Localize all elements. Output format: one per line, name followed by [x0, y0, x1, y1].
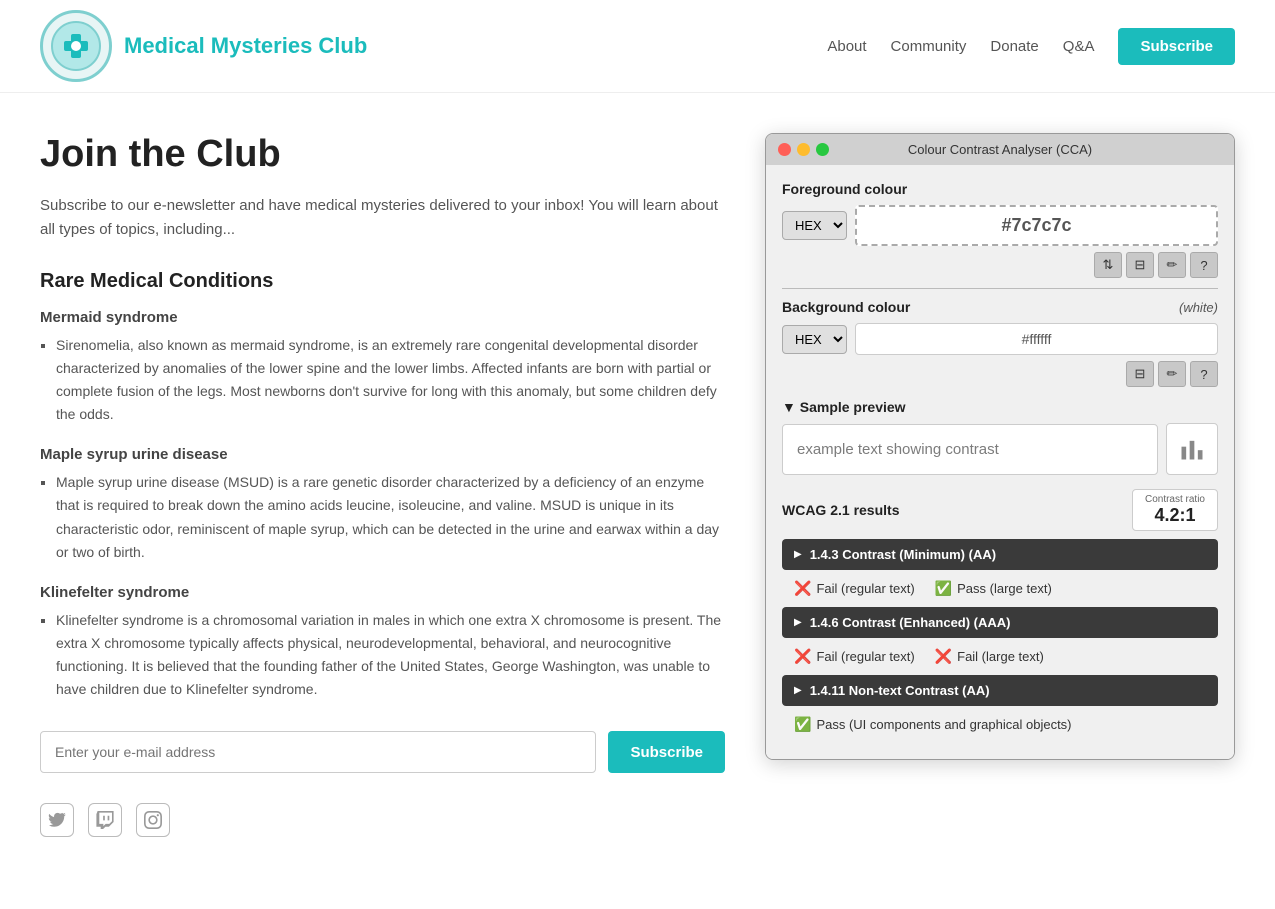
instagram-icon[interactable]	[136, 803, 170, 837]
pass-icon-143-1: ✅	[935, 580, 952, 597]
condition-title-0: Mermaid syndrome	[40, 309, 725, 326]
brand: Medical Mysteries Club	[40, 10, 367, 82]
result-row-146[interactable]: ▶ 1.4.6 Contrast (Enhanced) (AAA)	[782, 607, 1218, 638]
result-sub-1411: ✅ Pass (UI components and graphical obje…	[782, 710, 1218, 739]
condition-klinefelter: Klinefelter syndrome Klinefelter syndrom…	[40, 584, 725, 701]
eyedropper-bg-icon[interactable]: ✏	[1158, 361, 1186, 387]
eyedropper-fg-icon[interactable]: ✏	[1158, 252, 1186, 278]
cca-titlebar: Colour Contrast Analyser (CCA)	[766, 134, 1234, 165]
fail-icon-146-1: ❌	[935, 648, 952, 665]
logo	[40, 10, 112, 82]
nav-subscribe-button[interactable]: Subscribe	[1118, 28, 1235, 65]
sample-text: example text showing contrast	[782, 424, 1158, 475]
condition-text-0: Sirenomelia, also known as mermaid syndr…	[56, 334, 725, 426]
nav-community[interactable]: Community	[891, 38, 967, 55]
help-fg-icon[interactable]: ?	[1190, 252, 1218, 278]
subscribe-form: Subscribe	[40, 731, 725, 773]
help-bg-icon[interactable]: ?	[1190, 361, 1218, 387]
background-hint: (white)	[1179, 300, 1218, 315]
maximize-dot[interactable]	[816, 143, 829, 156]
sub-text-1411-0: Pass (UI components and graphical object…	[816, 717, 1071, 732]
result-label-143: 1.4.3 Contrast (Minimum) (AA)	[810, 547, 996, 562]
contrast-ratio-value: 4.2:1	[1145, 505, 1205, 526]
result-row-1411[interactable]: ▶ 1.4.11 Non-text Contrast (AA)	[782, 675, 1218, 706]
cca-window: Colour Contrast Analyser (CCA) Foregroun…	[765, 133, 1235, 760]
sample-preview: example text showing contrast	[782, 423, 1218, 475]
sub-text-143-1: Pass (large text)	[957, 581, 1052, 596]
contrast-ratio-label: Contrast ratio	[1145, 494, 1205, 505]
pass-icon-1411-0: ✅	[794, 716, 811, 733]
sliders-icon[interactable]: ⊟	[1126, 252, 1154, 278]
result-sub-143: ❌ Fail (regular text) ✅ Pass (large text…	[782, 574, 1218, 603]
social-icons	[40, 803, 725, 837]
background-format-select[interactable]: HEX	[782, 325, 847, 354]
foreground-hex-input[interactable]	[855, 205, 1218, 246]
condition-title-1: Maple syrup urine disease	[40, 446, 725, 463]
condition-text-1: Maple syrup urine disease (MSUD) is a ra…	[56, 471, 725, 563]
wcag-header: WCAG 2.1 results Contrast ratio 4.2:1	[782, 489, 1218, 531]
background-hex-input[interactable]	[855, 323, 1218, 355]
background-label: Background colour	[782, 299, 910, 315]
triangle-icon-146: ▶	[794, 617, 802, 628]
sub-text-143-0: Fail (regular text)	[816, 581, 914, 596]
page-title: Join the Club	[40, 133, 725, 176]
site-title: Medical Mysteries Club	[124, 33, 367, 59]
foreground-format-select[interactable]: HEX	[782, 211, 847, 240]
foreground-row: HEX	[782, 205, 1218, 246]
email-input[interactable]	[40, 731, 596, 773]
intro-text: Subscribe to our e-newsletter and have m…	[40, 194, 725, 242]
navbar: Medical Mysteries Club About Community D…	[0, 0, 1275, 93]
close-dot[interactable]	[778, 143, 791, 156]
condition-msud: Maple syrup urine disease Maple syrup ur…	[40, 446, 725, 563]
content-area: Join the Club Subscribe to our e-newslet…	[40, 133, 725, 837]
foreground-icons: ⇅ ⊟ ✏ ?	[782, 252, 1218, 278]
result-label-146: 1.4.6 Contrast (Enhanced) (AAA)	[810, 615, 1011, 630]
sub-item-146-1: ❌ Fail (large text)	[935, 648, 1044, 665]
result-row-143[interactable]: ▶ 1.4.3 Contrast (Minimum) (AA)	[782, 539, 1218, 570]
contrast-ratio-box: Contrast ratio 4.2:1	[1132, 489, 1218, 531]
main-layout: Join the Club Subscribe to our e-newslet…	[0, 93, 1275, 837]
condition-text-2: Klinefelter syndrome is a chromosomal va…	[56, 609, 725, 701]
foreground-label: Foreground colour	[782, 181, 1218, 197]
cca-body: Foreground colour HEX ⇅ ⊟ ✏ ?	[766, 165, 1234, 759]
fail-icon-143-0: ❌	[794, 580, 811, 597]
fail-icon-146-0: ❌	[794, 648, 811, 665]
twitter-icon[interactable]	[40, 803, 74, 837]
sub-item-1411-0: ✅ Pass (UI components and graphical obje…	[794, 716, 1072, 733]
nav-donate[interactable]: Donate	[990, 38, 1038, 55]
background-section: Background colour (white) HEX ⊟ ✏ ?	[782, 299, 1218, 387]
sub-item-143-0: ❌ Fail (regular text)	[794, 580, 915, 597]
nav-qa[interactable]: Q&A	[1063, 38, 1095, 55]
section-title: Rare Medical Conditions	[40, 270, 725, 293]
result-sub-146: ❌ Fail (regular text) ❌ Fail (large text…	[782, 642, 1218, 671]
condition-mermaid: Mermaid syndrome Sirenomelia, also known…	[40, 309, 725, 426]
result-label-1411: 1.4.11 Non-text Contrast (AA)	[810, 683, 990, 698]
sub-text-146-0: Fail (regular text)	[816, 649, 914, 664]
window-controls	[778, 143, 829, 156]
sub-item-143-1: ✅ Pass (large text)	[935, 580, 1052, 597]
swap-icon[interactable]: ⇅	[1094, 252, 1122, 278]
cca-title: Colour Contrast Analyser (CCA)	[908, 142, 1092, 157]
sample-section: ▼ Sample preview example text showing co…	[782, 399, 1218, 475]
chart-view-button[interactable]	[1166, 423, 1218, 475]
minimize-dot[interactable]	[797, 143, 810, 156]
cca-panel: Colour Contrast Analyser (CCA) Foregroun…	[765, 133, 1235, 760]
foreground-section: Foreground colour HEX ⇅ ⊟ ✏ ?	[782, 181, 1218, 278]
sub-text-146-1: Fail (large text)	[957, 649, 1044, 664]
condition-title-2: Klinefelter syndrome	[40, 584, 725, 601]
wcag-section: WCAG 2.1 results Contrast ratio 4.2:1 ▶ …	[782, 489, 1218, 739]
twitch-icon[interactable]	[88, 803, 122, 837]
background-icons: ⊟ ✏ ?	[782, 361, 1218, 387]
nav-links: About Community Donate Q&A Subscribe	[827, 28, 1235, 65]
triangle-icon-143: ▶	[794, 549, 802, 560]
background-row: HEX	[782, 323, 1218, 355]
wcag-title: WCAG 2.1 results	[782, 502, 899, 518]
subscribe-form-button[interactable]: Subscribe	[608, 731, 725, 773]
nav-about[interactable]: About	[827, 38, 866, 55]
background-header: Background colour (white)	[782, 299, 1218, 315]
sliders-bg-icon[interactable]: ⊟	[1126, 361, 1154, 387]
sample-label: ▼ Sample preview	[782, 399, 1218, 415]
triangle-icon-1411: ▶	[794, 685, 802, 696]
sub-item-146-0: ❌ Fail (regular text)	[794, 648, 915, 665]
